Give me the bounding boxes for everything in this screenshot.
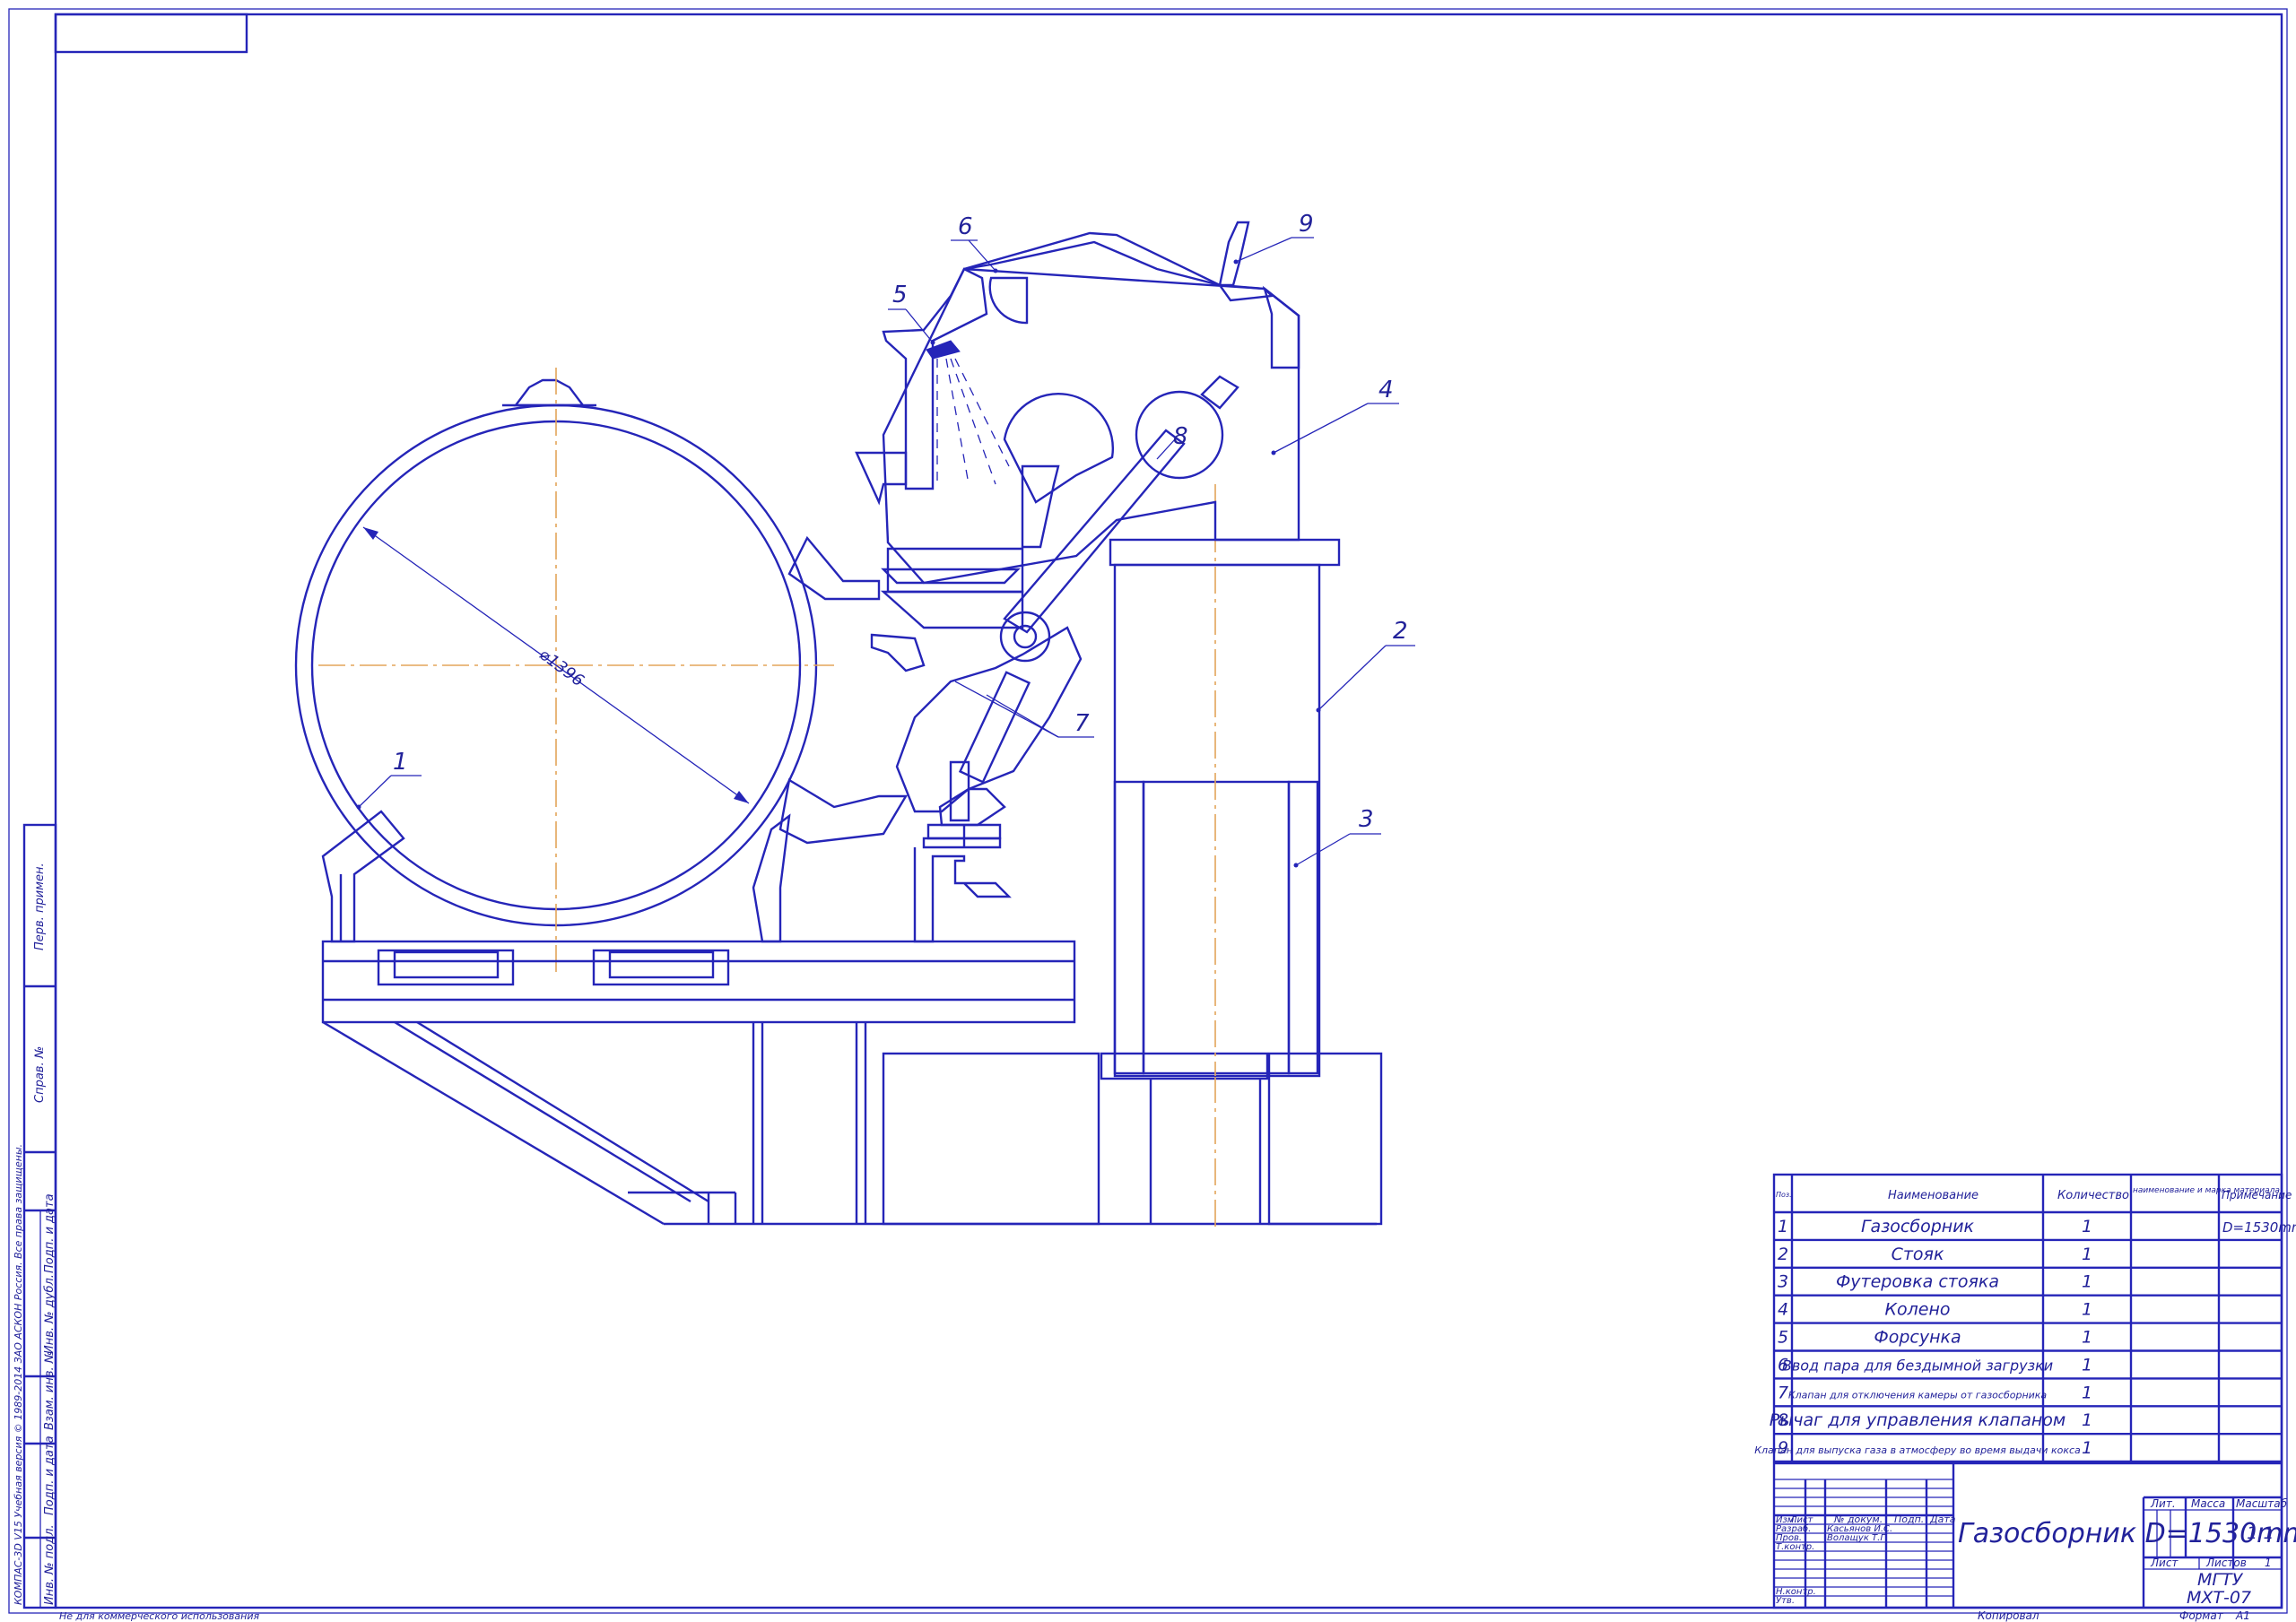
spec-cell-name: Клапан для выпуска газа в атмосферу во в… — [1754, 1444, 2081, 1456]
spec-cell-pos: 2 — [1778, 1245, 1788, 1264]
callout-7: 7 — [1074, 710, 1090, 737]
foundation — [882, 1052, 1383, 1228]
callout-5: 5 — [892, 282, 908, 308]
spec-cell-name: Клапан для отключения камеры от газосбор… — [1788, 1389, 2048, 1401]
corner-box — [54, 13, 248, 54]
callout-9: 9 — [1299, 211, 1314, 238]
diameter-dimension: ⌀1396 — [535, 645, 587, 690]
inv-dubl-label: Инв. № дубл. — [43, 1274, 57, 1354]
sprav-no-label: Справ. № — [33, 1046, 47, 1103]
spec-cell-qty: 1 — [2082, 1383, 2092, 1402]
spec-cell-qty: 1 — [2082, 1245, 2092, 1264]
callout-4: 4 — [1378, 377, 1394, 403]
drawing-sheet: Перв. примен. Справ. № Подп. и дата Инв.… — [8, 8, 2296, 1622]
spec-cell-pos: 1 — [1778, 1217, 1788, 1236]
callout-1: 1 — [393, 749, 408, 776]
spec-cell-pos: 5 — [1778, 1328, 1788, 1348]
spec-header-name: Наименование — [1888, 1189, 1979, 1202]
spec-cell-qty: 1 — [2082, 1217, 2092, 1236]
inv-podl-label: Инв. № подл. — [43, 1524, 57, 1605]
tb-org-line1: МГТУ — [2197, 1570, 2244, 1590]
spec-cell-qty: 1 — [2082, 1355, 2092, 1375]
spec-cell-pos: 3 — [1778, 1272, 1788, 1292]
perv-primen-label: Перв. примен. — [33, 863, 47, 950]
spec-header-qty: Количество — [2057, 1189, 2129, 1202]
tb-massa-label: Масса — [2191, 1497, 2225, 1510]
tb-format-label: Формат — [2179, 1609, 2224, 1622]
elbow — [882, 221, 1300, 585]
footer-note: Не для коммерческого использования — [59, 1610, 259, 1622]
spec-cell-note: D=1530mm — [2222, 1219, 2296, 1236]
gas-collector-main — [294, 368, 909, 973]
tb-tkontr-label: Т.контр. — [1776, 1542, 1814, 1552]
spec-cell-name: Колено — [1885, 1300, 1951, 1320]
tb-podp: Подп. — [1894, 1514, 1924, 1525]
spec-cell-name: Рычаг для управления клапаном — [1770, 1410, 2066, 1430]
callout-2: 2 — [1393, 618, 1408, 645]
tb-data: Дата — [1929, 1514, 1956, 1525]
spec-cell-qty: 1 — [2082, 1272, 2092, 1292]
callout-3: 3 — [1359, 806, 1374, 833]
spec-cell-name: Ввод пара для бездымной загрузки — [1782, 1357, 2053, 1374]
spec-cell-name: Футеровка стояка — [1836, 1272, 1999, 1292]
spec-cell-name: Форсунка — [1874, 1328, 1961, 1348]
specification-rows: 1 Газосборник 1 D=1530mm 2 Стояк 1 3 Футеровка с… — [1754, 1217, 2296, 1458]
shutoff-valve — [895, 626, 1083, 943]
standpipe — [1109, 484, 1341, 1078]
spec-header-note: Примечание — [2222, 1189, 2292, 1201]
podp-data-label-2: Подп. и дата — [43, 1436, 57, 1515]
podp-data-label-1: Подп. и дата — [43, 1193, 57, 1273]
tb-kopiroval: Копировал — [1978, 1609, 2039, 1622]
gas-collector-drawing — [294, 221, 1415, 1228]
spec-cell-qty: 1 — [2082, 1300, 2092, 1320]
callout-8: 8 — [1173, 423, 1188, 450]
tb-masshtab-value: 1:1 — [2247, 1523, 2274, 1543]
callout-6: 6 — [958, 213, 973, 240]
spec-cell-name: Стояк — [1892, 1245, 1944, 1264]
spec-cell-name: Газосборник — [1861, 1217, 1975, 1236]
vzam-inv-label: Взам. инв. № — [43, 1351, 57, 1430]
tb-lit-label: Лит. — [2150, 1497, 2176, 1510]
spec-cell-pos: 7 — [1778, 1383, 1788, 1402]
spec-cell-pos: 4 — [1778, 1300, 1788, 1320]
side-stamp: Перв. примен. Справ. № Подп. и дата Инв.… — [13, 823, 57, 1609]
tb-listov-value: 1 — [2265, 1557, 2272, 1569]
spec-cell-qty: 1 — [2082, 1328, 2092, 1348]
tb-format-value: A1 — [2235, 1609, 2250, 1622]
tb-listov-label: Листов — [2205, 1557, 2247, 1569]
spec-cell-qty: 1 — [2082, 1410, 2092, 1430]
tb-utv-label: Утв. — [1776, 1596, 1795, 1606]
spec-header-pos: Поз. — [1776, 1191, 1792, 1199]
drawing-title: Газосборник D=1530mm — [1958, 1518, 2296, 1549]
spray-nozzle — [926, 340, 1010, 485]
software-note: КОМПАС-3D V15 Учебная версия © 1989-2014… — [13, 1144, 24, 1605]
tb-list-label: Лист — [2150, 1557, 2179, 1569]
tb-masshtab-label: Масштаб — [2236, 1497, 2288, 1510]
tb-org-line2: МХТ-07 — [2187, 1588, 2251, 1608]
tb-prov-name: Волащук Т.Г. — [1827, 1533, 1888, 1543]
spec-cell-qty: 1 — [2082, 1438, 2092, 1458]
